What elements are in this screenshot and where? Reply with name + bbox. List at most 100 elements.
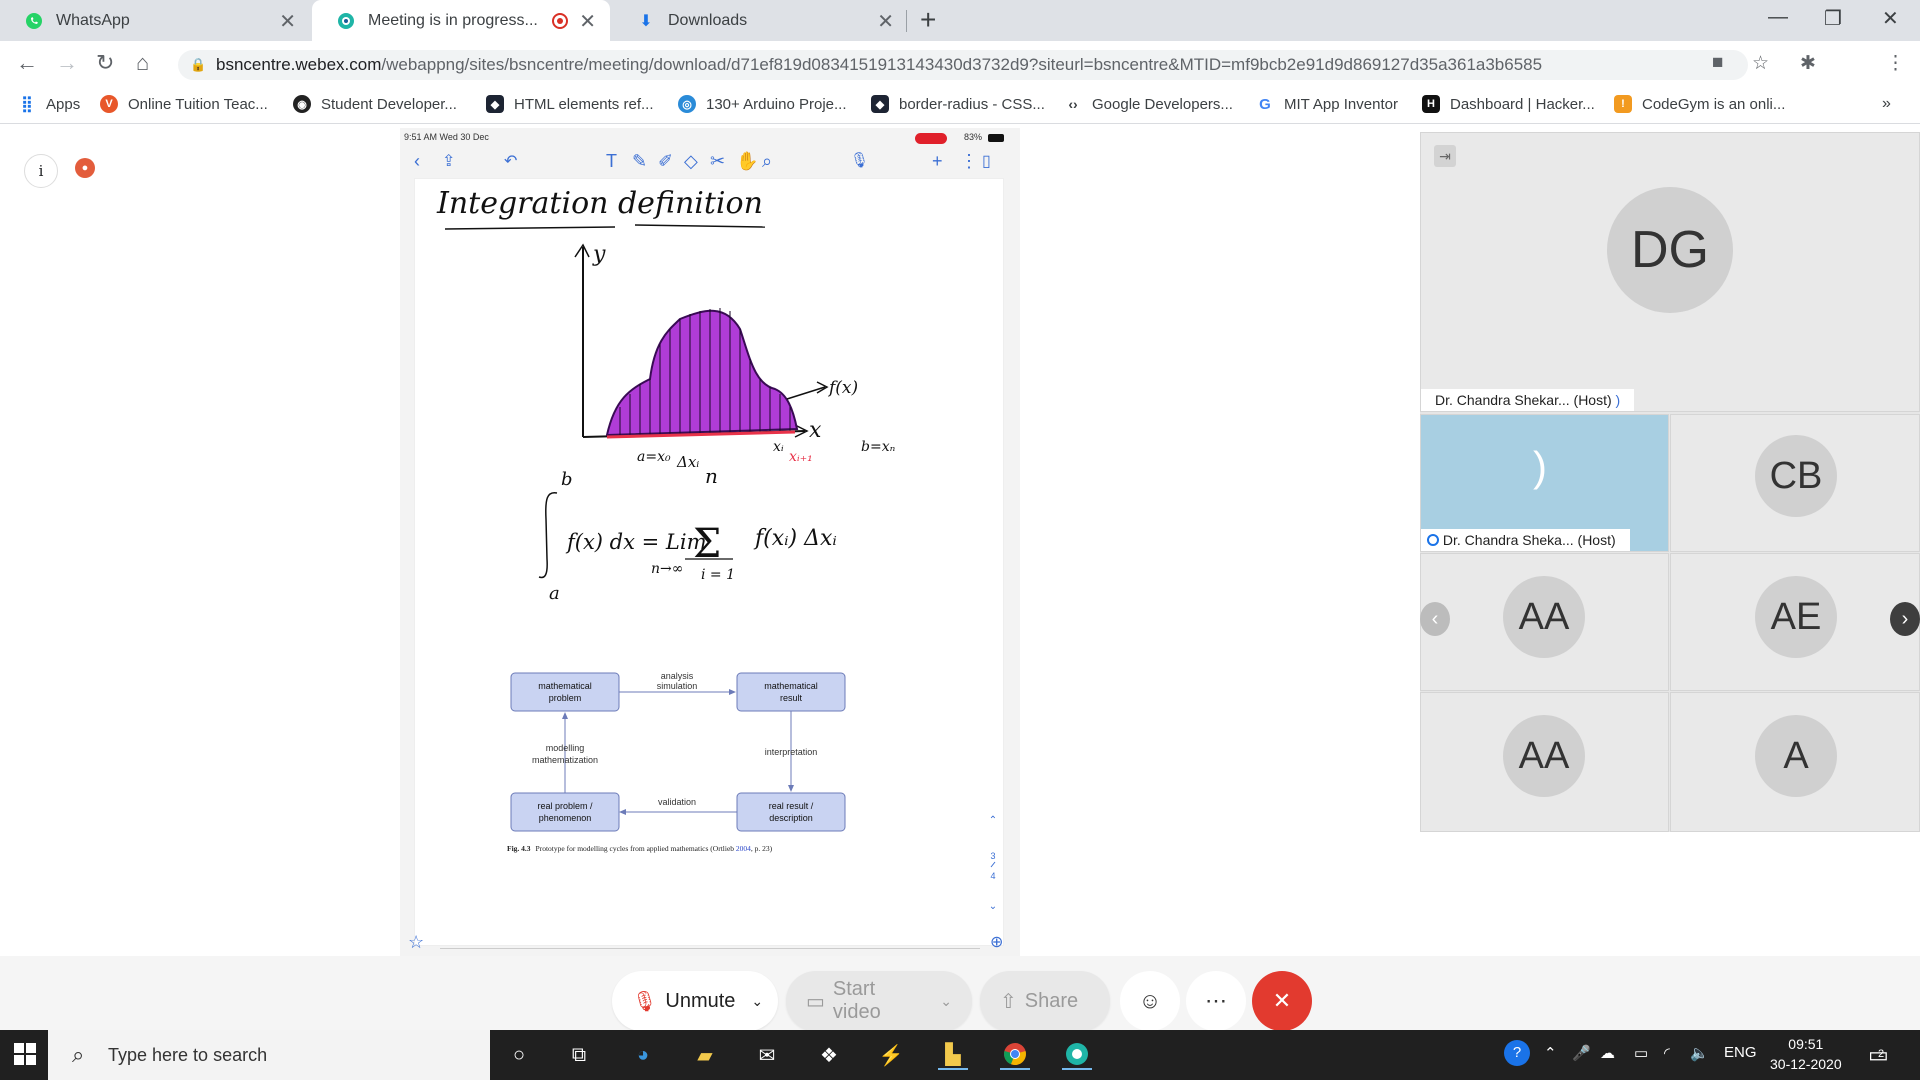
webex-taskbar-icon[interactable] [1062,1040,1092,1070]
home-icon[interactable]: ⌂ [136,50,149,76]
file-explorer-icon[interactable]: ▰ [690,1040,720,1070]
diagram-caption: Fig. 4.3 Prototype for modelling cycles f… [507,844,773,853]
edge-icon[interactable]: ◕ [628,1040,658,1070]
audio-wave-icon: ) [1615,392,1621,408]
url-bar[interactable]: 🔒 bsncentre.webex.com/webappng/sites/bsnc… [178,50,1748,80]
lasso-icon[interactable]: ✂ [710,151,725,172]
minimize-button[interactable]: — [1768,6,1788,29]
camera-icon[interactable]: ■ [1712,52,1723,74]
close-tab-icon[interactable]: ✕ [877,9,894,34]
bookmark-hackerrank[interactable]: H Dashboard | Hacker... [1422,95,1595,113]
tray-chevron-up-icon[interactable]: ⌃ [1544,1044,1557,1062]
eraser-icon[interactable]: ◇ [684,151,698,172]
battery-tray-icon[interactable]: ▭ [1634,1044,1648,1062]
participant-tile[interactable]: A [1670,692,1920,832]
bookmark-label: Student Developer... [321,95,457,113]
start-video-button[interactable]: ▭ Start video ⌄ [786,971,972,1031]
participant-tile[interactable]: AE [1670,553,1920,691]
scroll-down-icon[interactable]: ⌄ [989,901,997,912]
bookmark-google-developers[interactable]: ‹› Google Developers... [1064,95,1233,113]
highlighter-icon[interactable]: ✐ [658,151,673,172]
wifi-icon[interactable]: ◜ [1664,1044,1670,1062]
participant-tile[interactable]: AA [1420,553,1669,691]
close-tab-icon[interactable]: ✕ [579,9,596,34]
back-chevron-icon[interactable]: ‹ [414,151,420,172]
volume-icon[interactable]: 🔈 [1690,1044,1709,1062]
tab-meeting[interactable]: Meeting is in progress... ✕ [312,0,610,41]
bookmark-codegym[interactable]: ! CodeGym is an onli... [1614,95,1785,113]
new-tab-button[interactable]: + [920,4,936,36]
end-meeting-button[interactable]: ✕ [1252,971,1312,1031]
favorite-star-icon[interactable]: ☆ [408,932,424,953]
chevron-down-icon[interactable]: ⌄ [940,993,952,1010]
shapes-icon[interactable]: ✋ [736,151,758,172]
bookmark-border-radius[interactable]: ◆ border-radius - CSS... [871,95,1045,113]
bookmark-html-elements[interactable]: ◆ HTML elements ref... [486,95,653,113]
task-view-icon[interactable]: ⧉ [564,1040,594,1070]
language-indicator[interactable]: ENG [1724,1044,1757,1061]
taskbar-search[interactable]: ⌕ Type here to search [48,1030,490,1080]
bookmark-mit-app-inventor[interactable]: G MIT App Inventor [1256,95,1398,113]
unmute-button[interactable]: 🎙 Unmute ⌄ [612,971,778,1031]
b-label: b=xₙ [861,439,896,455]
more-icon[interactable]: ⋮ [960,151,978,172]
sum-upper-limit: n [705,464,718,488]
files-icon[interactable]: ▙ [938,1040,968,1070]
back-arrow-icon[interactable]: ← [16,50,38,76]
bookmarks-overflow-icon[interactable]: » [1882,95,1891,113]
bookmark-student-developer[interactable]: ◉ Student Developer... [293,95,457,113]
notification-center-icon[interactable]: ▭ 2 [1868,1042,1889,1068]
menu-dots-icon[interactable]: ⋮ [1886,52,1905,75]
onedrive-icon[interactable]: ☁ [1600,1044,1615,1062]
bookmark-star-icon[interactable]: ☆ [1752,52,1769,75]
chevron-down-icon[interactable]: ⌄ [751,993,763,1010]
x-axis-label: x [809,418,822,443]
next-page-arrow[interactable]: › [1890,602,1920,636]
page-view-icon[interactable]: ▯ [982,151,991,171]
add-page-icon[interactable]: + [932,151,943,172]
close-tab-icon[interactable]: ✕ [279,9,296,34]
forward-arrow-icon[interactable]: → [56,50,78,76]
tab-whatsapp[interactable]: WhatsApp ✕ [0,0,310,41]
participant-tile[interactable]: AA [1420,692,1669,832]
integral-upper-limit: b [561,469,573,490]
pen-icon[interactable]: ✎ [632,151,647,172]
bookmark-online-tuition[interactable]: V Online Tuition Teac... [100,95,268,113]
undo-icon[interactable]: ↶ [504,151,517,171]
tab-title: Downloads [668,11,748,29]
bookmark-label: Google Developers... [1092,95,1233,113]
app-icon[interactable]: ⚡ [876,1040,906,1070]
microphone-icon[interactable]: 🎙 [850,151,869,169]
previous-page-arrow[interactable]: ‹ [1420,602,1450,636]
chrome-icon[interactable] [1000,1040,1030,1070]
github-icon: ◉ [293,95,311,113]
dropbox-icon[interactable]: ❖ [814,1040,844,1070]
extensions-icon[interactable]: ✱ [1800,52,1816,75]
host-tag: (Host) [1577,532,1616,548]
share-icon[interactable]: ⇪ [442,151,455,171]
cortana-icon[interactable]: ○ [504,1040,534,1070]
tab-downloads[interactable]: ⬇ Downloads ✕ [612,0,908,41]
zoom-icon[interactable]: ⊕ [990,932,1003,952]
bookmark-arduino[interactable]: ◎ 130+ Arduino Proje... [678,95,847,113]
participant-tile[interactable]: CB [1670,414,1920,552]
info-icon[interactable]: i [24,154,58,188]
share-button[interactable]: ⇧ Share [980,971,1110,1031]
collapse-panel-icon[interactable]: ⇥ [1434,145,1456,167]
host-video-tile[interactable]: DG Dr. Chandra Shekar... (Host) ) [1420,132,1920,412]
reactions-button[interactable]: ☺ [1120,971,1180,1031]
mail-icon[interactable]: ✉ [752,1040,782,1070]
clock[interactable]: 09:51 30-12-2020 [1770,1034,1842,1074]
close-window-button[interactable]: ✕ [1882,6,1899,31]
bookmark-apps[interactable]: ⣿ Apps [18,95,80,114]
text-tool-icon[interactable]: T [606,151,617,172]
more-options-button[interactable]: ⋯ [1186,971,1246,1031]
mic-tray-icon[interactable]: 🎤 [1572,1044,1591,1062]
image-icon[interactable]: ⌕ [762,151,772,172]
help-icon[interactable]: ? [1504,1040,1530,1066]
windows-start-icon[interactable] [14,1043,36,1065]
scroll-up-icon[interactable]: ⌃ [989,815,997,826]
restore-button[interactable]: ❐ [1824,6,1842,31]
reload-icon[interactable]: ↻ [96,50,114,76]
active-speaker-tile[interactable]: ) Dr. Chandra Sheka... (Host) [1420,414,1669,552]
